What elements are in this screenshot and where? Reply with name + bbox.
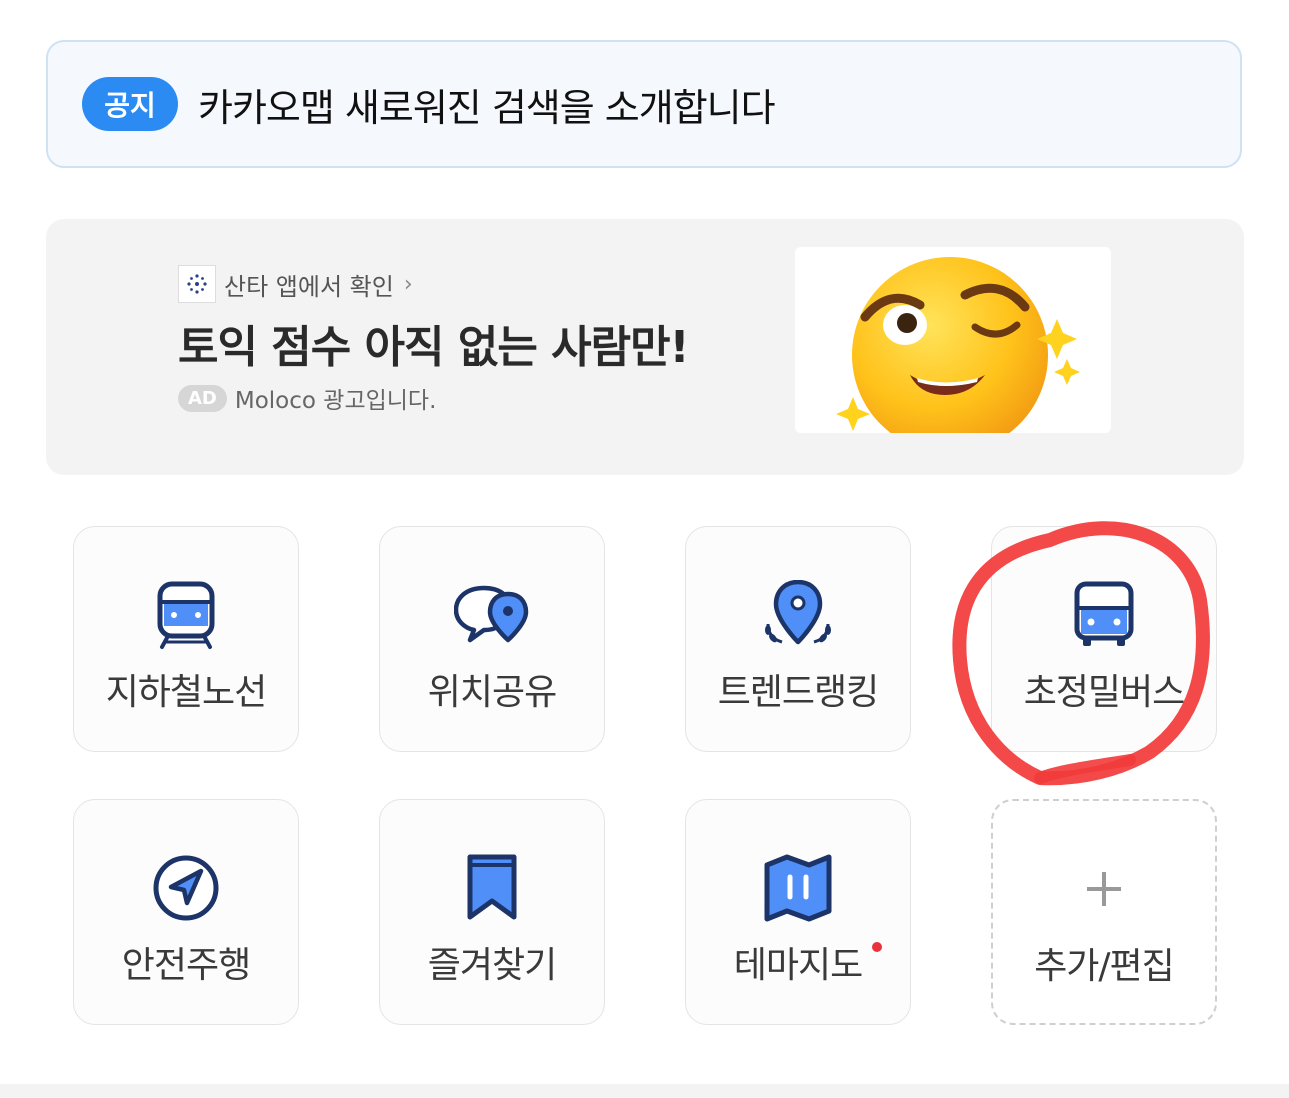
chevron-right-icon: › [403,271,413,297]
tile-label: 추가/편집 [1034,946,1175,987]
tile-label: 즐겨찾기 [427,945,557,986]
tile-add-edit[interactable]: 추가/편집 [991,799,1217,1025]
bus-icon [1064,575,1144,655]
location-share-icon [452,575,532,655]
tile-subway[interactable]: 지하철노선 [73,526,299,752]
tile-label: 트렌드랭킹 [717,672,880,713]
ad-tag: AD [178,384,227,412]
ad-source-label: 산타 앱에서 확인 [224,272,394,301]
santa-logo-icon [178,265,216,303]
tile-bookmarks[interactable]: 즐겨찾기 [379,799,605,1025]
tile-label: 지하철노선 [105,672,268,713]
notice-text: 카카오맵 새로워진 검색을 소개합니다 [198,85,776,130]
tile-safe-driving[interactable]: 안전주행 [73,799,299,1025]
navigation-icon [146,848,226,928]
tile-label: 초정밀버스 [1023,672,1186,713]
tile-theme-map[interactable]: 테마지도 [685,799,911,1025]
tile-trend-ranking[interactable]: 트렌드랭킹 [685,526,911,752]
trend-ranking-icon [758,575,838,655]
bottom-divider [0,1084,1289,1098]
ad-banner[interactable]: 산타 앱에서 확인 › 토익 점수 아직 없는 사람만! AD Moloco 광… [46,219,1244,475]
ad-headline: 토익 점수 아직 없는 사람만! [178,322,690,373]
plus-icon [1064,849,1144,929]
notice-badge: 공지 [82,77,178,131]
winking-emoji-image [795,247,1111,433]
tile-label: 안전주행 [121,945,251,986]
ad-meta: AD Moloco 광고입니다. [178,381,436,415]
new-indicator-dot [872,942,882,952]
tile-realtime-bus[interactable]: 초정밀버스 [991,526,1217,752]
tile-location-share[interactable]: 위치공유 [379,526,605,752]
tile-label: 위치공유 [427,672,557,713]
notice-banner[interactable]: 공지 카카오맵 새로워진 검색을 소개합니다 [46,40,1242,168]
bookmark-icon [452,848,532,928]
subway-icon [146,575,226,655]
ad-source-link[interactable]: 산타 앱에서 확인 › [178,265,413,303]
ad-advertiser: Moloco 광고입니다. [234,388,437,414]
map-icon [758,848,838,928]
